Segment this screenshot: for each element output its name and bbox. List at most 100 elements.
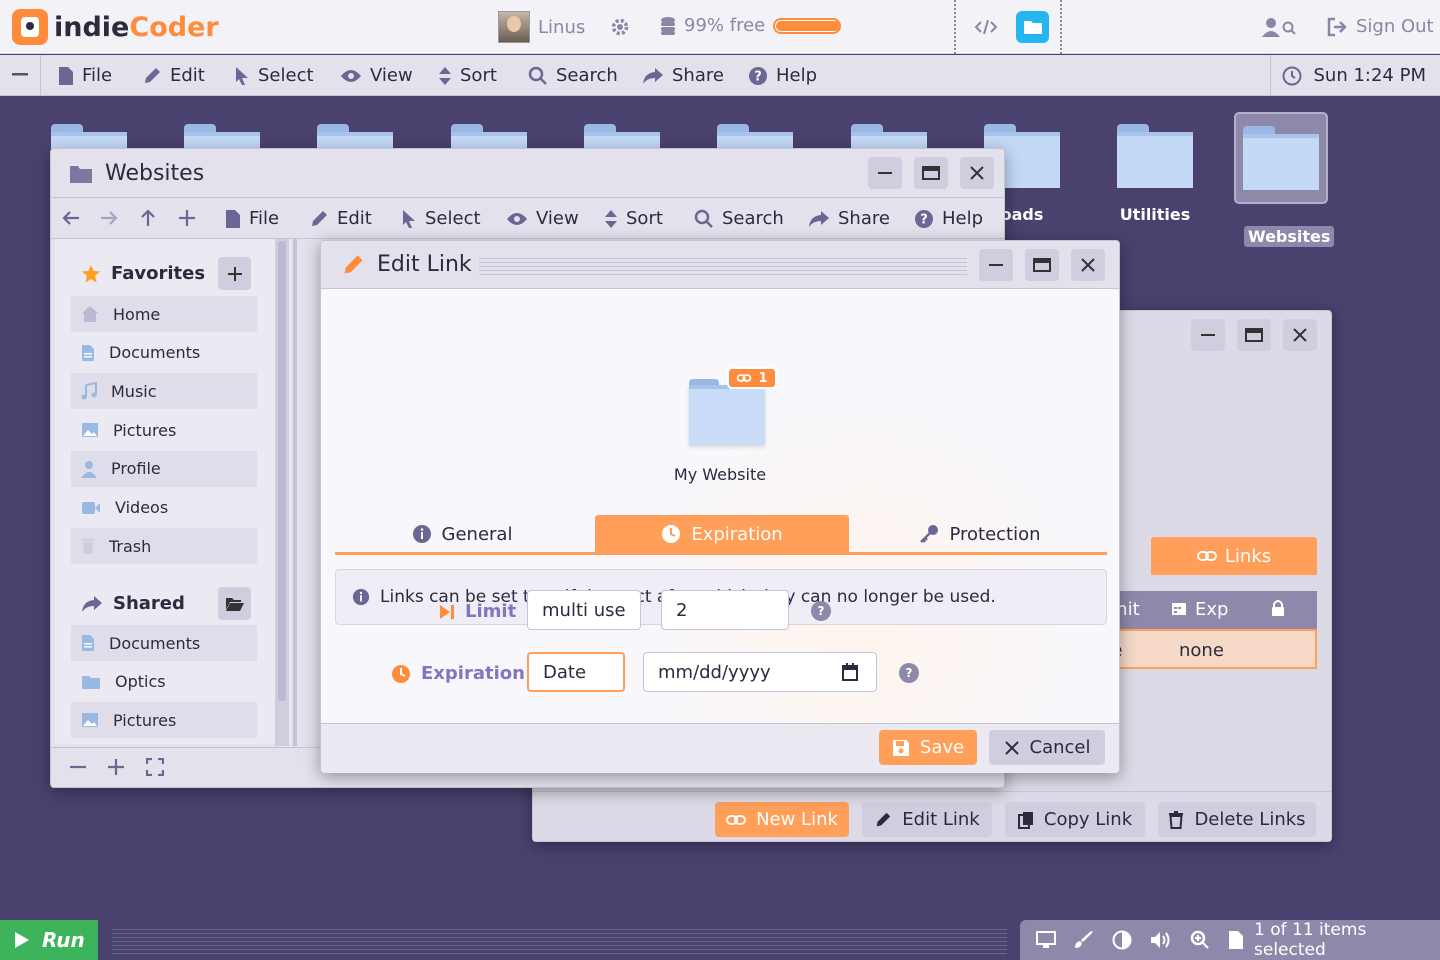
contrast-icon[interactable] — [1112, 930, 1132, 950]
zoom-in-icon[interactable] — [107, 758, 125, 776]
limit-value-input[interactable]: 2 — [661, 590, 789, 630]
user-profile[interactable]: Linus — [498, 11, 585, 43]
maximize-button[interactable] — [914, 157, 948, 189]
storage-bar-fill — [776, 20, 840, 31]
logo-icon — [12, 9, 48, 45]
dialog-maximize-button[interactable] — [1025, 249, 1059, 281]
shared-item-pictures[interactable]: Pictures — [71, 702, 257, 739]
tab-protection-label: Protection — [949, 523, 1041, 545]
menu-select[interactable]: Select — [234, 65, 314, 86]
toolbar-edit[interactable]: Edit — [309, 208, 372, 229]
desktop-icon[interactable]: Utilities — [1108, 112, 1202, 225]
gear-icon[interactable] — [610, 17, 630, 37]
desktop-icon[interactable]: Websites — [1234, 112, 1335, 247]
menu-edit[interactable]: Edit — [142, 65, 205, 86]
storage-indicator[interactable]: 99% free — [660, 15, 842, 36]
add-icon[interactable] — [178, 209, 196, 227]
tab-links[interactable]: Links — [1151, 537, 1317, 575]
new-link-button[interactable]: New Link — [715, 802, 849, 837]
folder-icon — [1117, 124, 1193, 188]
expiration-help-icon[interactable]: ? — [899, 663, 919, 683]
toolbar-help-label: Help — [942, 208, 984, 229]
shared-item-optics[interactable]: Optics — [71, 664, 257, 700]
toolbar-view[interactable]: View — [506, 208, 579, 229]
taskbar-drag-area[interactable] — [112, 926, 1007, 954]
shared-item-documents[interactable]: Documents — [71, 625, 257, 661]
user-search-icon[interactable] — [1262, 17, 1298, 37]
menu-share[interactable]: Share — [642, 65, 724, 86]
links-close-button[interactable] — [1283, 319, 1317, 351]
tab-expiration[interactable]: Expiration — [595, 515, 849, 553]
minimize-button[interactable] — [868, 157, 902, 189]
scrollbar-thumb[interactable] — [278, 241, 286, 701]
delete-links-button[interactable]: Delete Links — [1158, 802, 1316, 837]
links-minimize-button[interactable] — [1191, 319, 1225, 351]
copy-link-button[interactable]: Copy Link — [1005, 802, 1145, 837]
limit-help-icon[interactable]: ? — [811, 601, 831, 621]
limit-mode-select[interactable]: multi use — [527, 590, 641, 630]
add-favorite-button[interactable] — [218, 257, 251, 290]
toolbar-file[interactable]: File — [225, 208, 279, 229]
open-shared-button[interactable] — [218, 587, 251, 620]
table-row[interactable]: one none — [1089, 629, 1317, 669]
links-maximize-button[interactable] — [1237, 319, 1271, 351]
sidebar-item-trash[interactable]: Trash — [71, 528, 257, 565]
menu-search[interactable]: Search — [528, 65, 618, 86]
run-button[interactable]: Run — [0, 920, 98, 960]
sidebar-item-documents[interactable]: Documents — [71, 335, 257, 371]
menu-sort[interactable]: Sort — [438, 65, 497, 86]
brush-icon[interactable] — [1074, 931, 1094, 949]
save-button[interactable]: Save — [879, 730, 977, 765]
menu-file[interactable]: File — [58, 65, 112, 86]
edit-link-button[interactable]: Edit Link — [862, 802, 992, 837]
dialog-minimize-button[interactable] — [979, 249, 1013, 281]
forward-arrow-icon[interactable] — [99, 210, 119, 226]
column-exp: Exp — [1195, 599, 1229, 620]
sidebar-item-home[interactable]: Home — [71, 296, 257, 332]
sidebar-item-pictures[interactable]: Pictures — [71, 412, 257, 448]
zoom-icon[interactable] — [1190, 930, 1210, 950]
sidebar-scrollbar[interactable] — [275, 239, 289, 746]
back-arrow-icon[interactable] — [61, 210, 81, 226]
toolbar-share[interactable]: Share — [808, 208, 890, 229]
zoom-out-icon[interactable] — [69, 758, 87, 776]
app-logo[interactable]: indieCoder — [12, 9, 219, 45]
dialog-close-button[interactable] — [1071, 249, 1105, 281]
sidebar-item-music[interactable]: Music — [71, 373, 257, 410]
copy-icon — [1017, 811, 1034, 829]
toolbar-search[interactable]: Search — [694, 208, 784, 229]
monitor-icon[interactable] — [1036, 931, 1056, 949]
share-icon — [808, 210, 830, 228]
tab-protection[interactable]: Protection — [853, 515, 1107, 553]
favorites-header: Favorites — [81, 263, 205, 284]
dialog-title-text: Edit Link — [377, 252, 472, 277]
clock[interactable]: Sun 1:24 PM — [1282, 65, 1426, 86]
minimize-menu-button[interactable] — [12, 63, 28, 83]
toolbar-sort[interactable]: Sort — [604, 208, 663, 229]
code-icon[interactable] — [974, 17, 998, 37]
splitter-handle[interactable] — [293, 239, 297, 746]
clock-icon — [661, 524, 681, 544]
close-icon — [1004, 740, 1020, 756]
menu-help[interactable]: ? Help — [748, 65, 817, 86]
cancel-button[interactable]: Cancel — [989, 730, 1105, 765]
fullscreen-icon[interactable] — [146, 758, 164, 776]
close-button[interactable] — [960, 157, 994, 189]
sidebar-item-label: Home — [113, 304, 161, 324]
sidebar-item-profile[interactable]: Profile — [71, 450, 257, 487]
date-input[interactable]: mm/dd/yyyy — [643, 652, 877, 692]
toolbar-help[interactable]: ? Help — [914, 208, 983, 229]
file-manager-button[interactable] — [1016, 11, 1049, 43]
lock-icon — [1271, 599, 1285, 617]
up-arrow-icon[interactable] — [140, 208, 156, 228]
expiration-mode-select[interactable]: Date — [527, 652, 625, 692]
sign-out-button[interactable]: Sign Out — [1327, 16, 1434, 37]
calendar-icon[interactable] — [842, 663, 858, 681]
volume-icon[interactable] — [1150, 931, 1172, 949]
toolbar-select[interactable]: Select — [401, 208, 481, 229]
sidebar-item-videos[interactable]: Videos — [71, 490, 257, 526]
menu-view[interactable]: View — [340, 65, 413, 86]
tab-general[interactable]: General — [335, 515, 589, 553]
toolbar-share-label: Share — [838, 208, 890, 229]
drag-handle[interactable] — [479, 255, 967, 277]
